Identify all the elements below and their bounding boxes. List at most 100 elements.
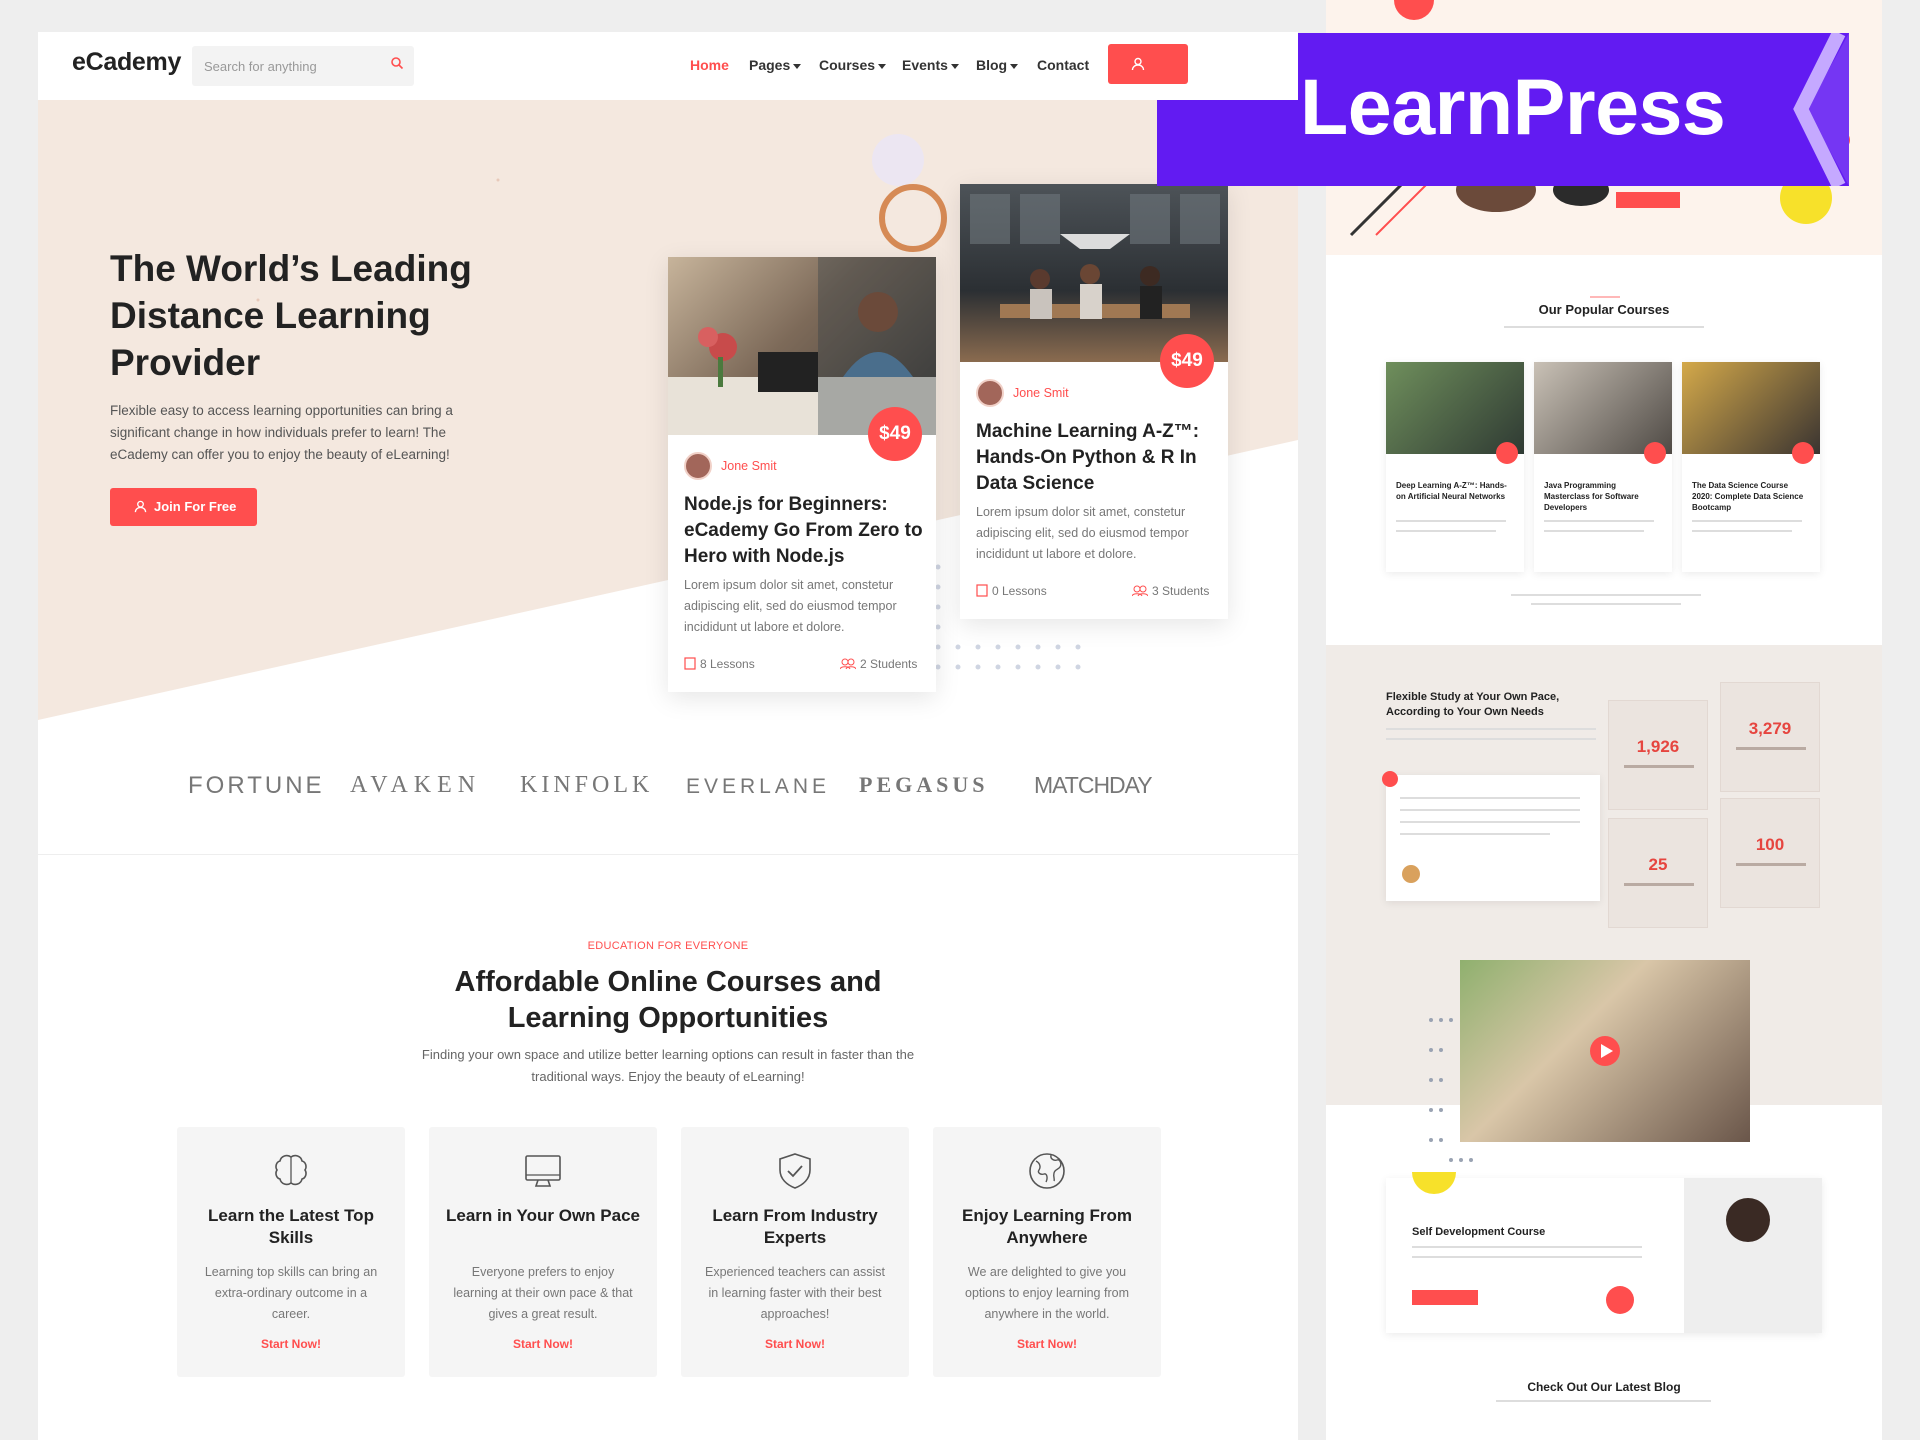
section-eyebrow: EDUCATION FOR EVERYONE (587, 940, 749, 952)
search-input[interactable]: Search for anything (204, 59, 317, 74)
preview-testimonial-card (1382, 771, 1600, 901)
stat-label (1736, 863, 1806, 866)
preview-course-image (1682, 362, 1820, 454)
feature-card: Learn the Latest Top Skills Learning top… (177, 1127, 405, 1377)
site-logo[interactable]: eCademy (72, 48, 181, 77)
chevron-down-icon (1010, 63, 1019, 69)
preview-text-line (1511, 594, 1701, 596)
login-button[interactable] (1108, 44, 1188, 84)
feature-title: Learn From Industry Experts (712, 1206, 878, 1247)
book-icon (684, 657, 696, 670)
preview-course-card[interactable]: Deep Learning A-Z™: Hands-on Artificial … (1386, 362, 1524, 572)
partner-logo-matchday: MATCHDAY (1034, 772, 1153, 798)
play-icon[interactable] (1590, 1036, 1620, 1066)
preview-text-line (1504, 326, 1704, 328)
preview-stat-card: 3,279 (1720, 682, 1820, 792)
decor-circle (1606, 1286, 1634, 1314)
avatar (684, 452, 712, 480)
course-description: Lorem ipsum dolor sit amet, constetur ad… (684, 578, 897, 634)
price-badge (1496, 442, 1518, 464)
nav-contact[interactable]: Contact (1037, 57, 1089, 73)
course-card[interactable]: $49 Jone Smit Machine Learning A-Z™: Han… (960, 184, 1228, 619)
preview-eyebrow (1590, 296, 1620, 298)
hero-description: Flexible easy to access learning opportu… (110, 403, 453, 462)
nav-pages[interactable]: Pages (749, 57, 802, 73)
start-now-link[interactable]: Start Now! (429, 1337, 657, 1351)
feature-title: Enjoy Learning From Anywhere (961, 1206, 1133, 1247)
feature-card: Learn in Your Own Pace Everyone prefers … (429, 1127, 657, 1377)
chevron-left-icon (1793, 33, 1849, 186)
preview-course-image (1534, 362, 1672, 454)
students-count: 2 Students (860, 657, 918, 671)
preview-text-line (1544, 520, 1654, 522)
lessons-count: 8 Lessons (700, 657, 755, 671)
section-description: Finding your own space and utilize bette… (421, 1047, 915, 1084)
course-title[interactable]: Node.js for Beginners: eCademy Go From Z… (684, 492, 924, 570)
stat-label (1736, 747, 1806, 750)
feature-description: Learning top skills can bring an extra-o… (204, 1265, 378, 1321)
feature-title: Learn the Latest Top Skills (208, 1206, 374, 1247)
search-bar[interactable]: Search for anything (192, 46, 414, 86)
hero-title: The World’s Leading Distance Learning Pr… (110, 248, 472, 383)
partner-logo-everlane: EVERLANE (686, 775, 831, 798)
user-icon (134, 500, 147, 513)
students-count: 3 Students (1152, 584, 1210, 598)
price-badge (1792, 442, 1814, 464)
join-for-free-button[interactable]: Join For Free (110, 488, 257, 526)
preview-self-dev-title: Self Development Course (1412, 1226, 1546, 1238)
preview-stat-card: 25 (1608, 818, 1708, 928)
preview-text-line (1396, 520, 1506, 522)
nav-events[interactable]: Events (902, 57, 959, 73)
start-now-link[interactable]: Start Now! (933, 1337, 1161, 1351)
course-card[interactable]: $49 Jone Smit Node.js for Beginners: eCa… (668, 257, 936, 692)
partner-logo-pegasus: PEGASUS (859, 772, 989, 797)
stat-value: 1,926 (1636, 737, 1680, 756)
brain-icon (275, 1154, 307, 1186)
partner-logo-fortune: FORTUNE (188, 772, 325, 799)
preview-start-button[interactable] (1412, 1290, 1478, 1305)
preview-text-line (1531, 603, 1681, 605)
avatar (1726, 1198, 1770, 1242)
stat-value: 25 (1648, 855, 1668, 874)
book-icon (976, 584, 988, 597)
hero-section: The World’s Leading Distance Learning Pr… (38, 100, 1298, 720)
search-icon[interactable] (390, 56, 404, 70)
preview-text-line (1400, 797, 1580, 799)
preview-text-line (1386, 738, 1596, 740)
partner-logo-avaken: AVAKEN (350, 772, 482, 798)
price-badge: $49 (1160, 334, 1214, 388)
chevron-down-icon (878, 63, 887, 69)
instructor-name[interactable]: Jone Smit (1013, 386, 1069, 400)
price-badge: $49 (868, 407, 922, 461)
preview-text-line (1396, 530, 1496, 532)
stat-label (1624, 883, 1694, 886)
preview-course-card[interactable]: Java Programming Masterclass for Softwar… (1534, 362, 1672, 572)
feature-description: Everyone prefers to enjoy learning at th… (453, 1265, 633, 1321)
nav-home[interactable]: Home (690, 57, 729, 73)
preview-text-line (1400, 833, 1550, 835)
preview-self-dev-card: Self Development Course (1386, 1178, 1822, 1333)
start-now-link[interactable]: Start Now! (177, 1337, 405, 1351)
monitor-icon (525, 1155, 561, 1187)
avatar (1402, 865, 1420, 883)
lessons-count: 0 Lessons (992, 584, 1047, 598)
nav-pages-label: Pages (749, 57, 791, 73)
nav-courses[interactable]: Courses (819, 57, 887, 73)
feature-title: Learn in Your Own Pace (446, 1206, 640, 1225)
instructor-name[interactable]: Jone Smit (721, 459, 777, 473)
preview-text-line (1400, 809, 1580, 811)
feature-description: We are delighted to give you options to … (965, 1265, 1129, 1321)
preview-text-line (1692, 520, 1802, 522)
stat-label (1624, 765, 1694, 768)
preview-flexible-title: Flexible Study at Your Own Pace, Accordi… (1386, 691, 1560, 718)
globe-icon (1029, 1153, 1065, 1189)
start-now-link[interactable]: Start Now! (681, 1337, 909, 1351)
course-title[interactable]: Machine Learning A-Z™: Hands-On Python &… (976, 419, 1216, 497)
preview-course-card[interactable]: The Data Science Course 2020: Complete D… (1682, 362, 1820, 572)
preview-course-title: The Data Science Course 2020: Complete D… (1692, 481, 1804, 512)
feature-card: Learn From Industry Experts Experienced … (681, 1127, 909, 1377)
chevron-down-icon (950, 63, 959, 69)
nav-blog[interactable]: Blog (976, 57, 1019, 73)
user-icon (1131, 57, 1145, 71)
learnpress-label: LearnPress (1300, 62, 1726, 151)
